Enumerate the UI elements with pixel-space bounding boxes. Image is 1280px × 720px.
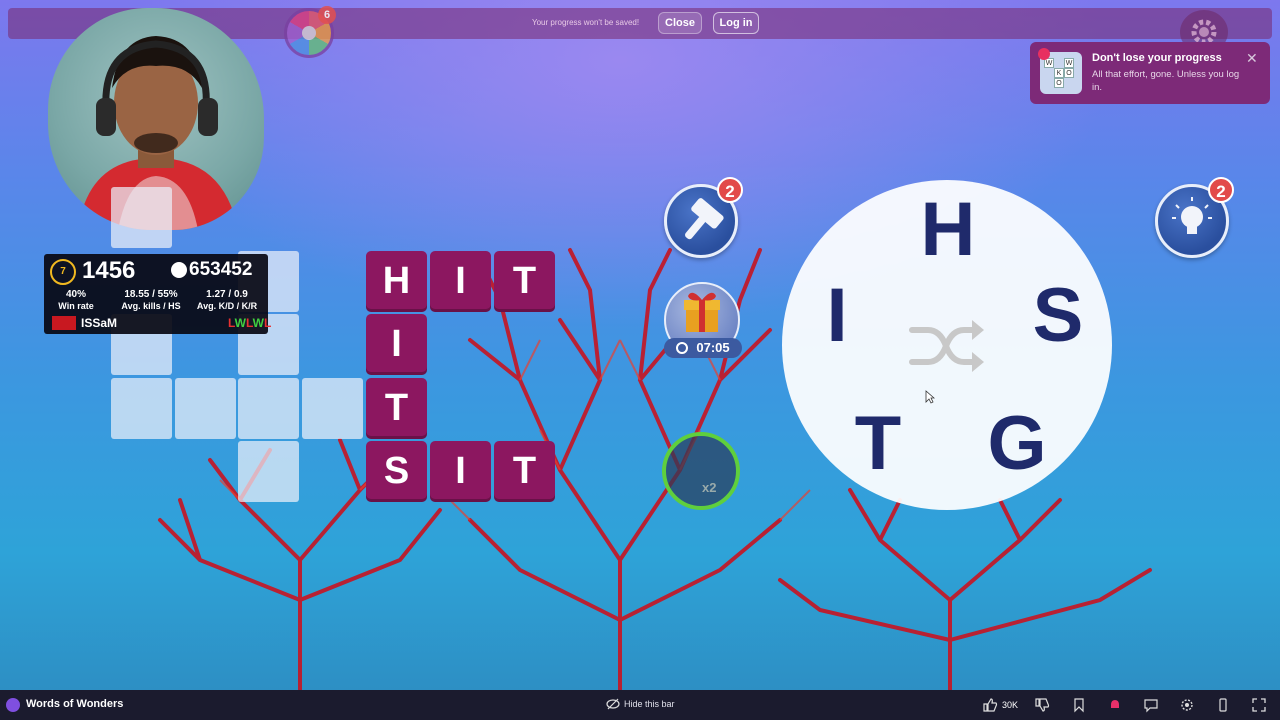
- bookmark-icon[interactable]: [1071, 697, 1087, 713]
- empty-grid-cell: [111, 378, 172, 439]
- wheel-letter-s[interactable]: S: [1028, 272, 1088, 359]
- settings-icon[interactable]: [1179, 697, 1195, 713]
- country-flag-icon: [52, 316, 76, 330]
- multiplier-label: x2: [702, 480, 717, 495]
- spin-wheel-hub: [302, 26, 316, 40]
- phone-icon[interactable]: [1215, 697, 1231, 713]
- thumb-letter: K: [1054, 68, 1064, 78]
- wheel-letter-i[interactable]: I: [812, 272, 862, 359]
- clock-icon: [676, 342, 689, 354]
- double-reward-button[interactable]: x2: [662, 432, 740, 510]
- winrate-label: Win rate: [58, 301, 94, 311]
- form-result: W: [252, 316, 264, 330]
- kills-value: 18.55 / 55%: [124, 289, 178, 300]
- skill-level-badge: 7: [50, 259, 76, 285]
- form-result: W: [234, 316, 246, 330]
- world-rank-value: 653452: [189, 259, 253, 280]
- spin-count-badge: 6: [318, 6, 336, 24]
- gift-timer: 07:05: [664, 338, 742, 358]
- player-name: ISSaM: [81, 316, 118, 330]
- hint-count-badge: 2: [1208, 177, 1234, 203]
- empty-grid-cell: [175, 378, 236, 439]
- alert-icon: [1038, 48, 1050, 60]
- letter-tile: T: [366, 378, 427, 439]
- close-button[interactable]: Close: [658, 12, 702, 34]
- letter-tile: I: [430, 441, 491, 502]
- wheel-letter-g[interactable]: G: [982, 400, 1052, 487]
- close-icon[interactable]: ✕: [1246, 50, 1258, 67]
- wheel-letter-t[interactable]: T: [848, 400, 908, 487]
- empty-grid-cell: [111, 187, 172, 248]
- recent-form: LWLWL: [228, 316, 271, 330]
- globe-icon: [171, 262, 187, 278]
- eye-slash-icon[interactable]: [606, 698, 620, 710]
- notification-icon[interactable]: [1107, 697, 1123, 713]
- gift-timer-text: 07:05: [696, 340, 730, 355]
- bottom-bar: Words of Wonders Hide this bar 30K: [0, 690, 1280, 720]
- progress-warning-text: Your progress won't be saved!: [532, 18, 640, 27]
- winrate-value: 40%: [65, 289, 86, 300]
- thumb-letter: O: [1064, 68, 1074, 78]
- shuffle-icon[interactable]: [906, 316, 986, 376]
- thumb-letter: W: [1064, 58, 1074, 68]
- letter-tile: I: [430, 251, 491, 312]
- kd-label: Avg. K/D / K/R: [196, 301, 258, 311]
- hammer-count-badge: 2: [717, 177, 743, 203]
- letter-tile: T: [494, 251, 555, 312]
- chat-icon[interactable]: [1143, 697, 1159, 713]
- letter-tile: H: [366, 251, 427, 312]
- game-title: Words of Wonders: [26, 698, 124, 710]
- form-result: L: [228, 316, 235, 330]
- form-result: L: [264, 316, 272, 330]
- gift-icon: [684, 292, 720, 332]
- form-result: L: [246, 316, 253, 330]
- empty-grid-cell: [302, 378, 363, 439]
- progress-toast: W K O W O Don't lose your progress All t…: [1030, 42, 1270, 104]
- elo-value: 1456: [82, 257, 136, 284]
- kills-label: Avg. kills / HS: [121, 301, 181, 311]
- letter-tile: T: [494, 441, 555, 502]
- toast-body: All that effort, gone. Unless you log in…: [1092, 69, 1240, 93]
- empty-grid-cell: [238, 441, 299, 502]
- faceit-stats-overlay: 7 1456 653452 40% Win rate 18.55 / 55% A…: [44, 254, 271, 334]
- game-logo-icon: [6, 698, 20, 712]
- fullscreen-icon[interactable]: [1251, 697, 1267, 713]
- letter-tile: S: [366, 441, 427, 502]
- kd-value: 1.27 / 0.9: [206, 289, 248, 300]
- letter-wheel[interactable]: H I S T G: [782, 180, 1112, 510]
- toast-title: Don't lose your progress: [1092, 52, 1222, 64]
- thumb-letter: O: [1054, 78, 1064, 88]
- mouse-cursor-icon: [925, 390, 935, 404]
- hide-bar-button[interactable]: Hide this bar: [624, 699, 675, 709]
- thumbs-down-icon[interactable]: [1034, 697, 1050, 713]
- wheel-letter-h[interactable]: H: [918, 186, 978, 273]
- like-count: 30K: [1002, 700, 1019, 710]
- letter-tile: I: [366, 314, 427, 375]
- empty-grid-cell: [238, 378, 299, 439]
- login-button[interactable]: Log in: [713, 12, 759, 34]
- thumbs-up-icon[interactable]: [982, 697, 998, 713]
